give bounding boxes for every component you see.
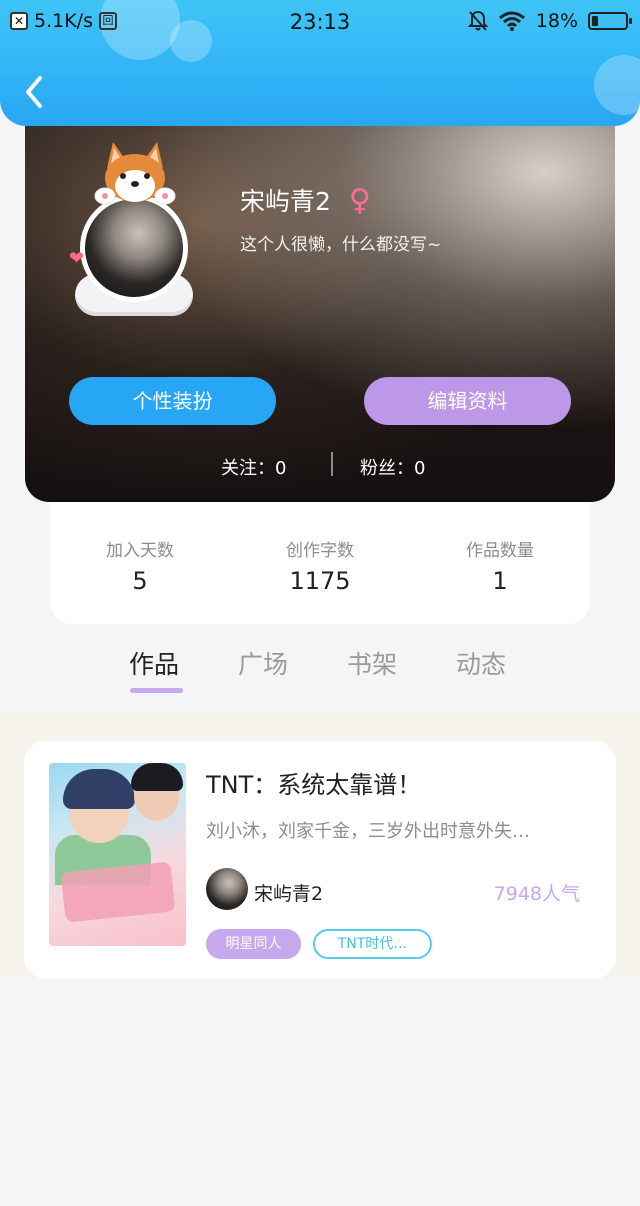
- decor-bubble: [594, 55, 640, 115]
- heart-icon: ❤: [69, 248, 85, 269]
- stat-label: 加入天数: [106, 541, 174, 561]
- book-card[interactable]: TNT：系统太靠谱！ 刘小沐，刘家千金，三岁外出时意外失… 宋屿青2 7948人…: [24, 741, 616, 979]
- divider: [331, 452, 333, 476]
- edit-profile-button[interactable]: 编辑资料: [364, 377, 571, 425]
- user-bio: 这个人很懒，什么都没写~: [240, 235, 442, 255]
- author-name[interactable]: 宋屿青2: [254, 879, 323, 906]
- book-description: 刘小沐，刘家千金，三岁外出时意外失…: [206, 821, 530, 842]
- followers-count[interactable]: 粉丝：0: [360, 454, 425, 480]
- tab-works[interactable]: 作品: [129, 645, 179, 681]
- stats-card: 加入天数 5 创作字数 1175 作品数量 1: [50, 500, 590, 624]
- mute-bell-icon: [467, 10, 488, 31]
- avatar-frame: ❤: [69, 138, 205, 318]
- stat-label: 创作字数: [286, 541, 354, 561]
- profile-tabs: 作品 广场 书架 动态: [0, 645, 640, 695]
- tag-celebrity-fanfic[interactable]: 明星同人: [206, 929, 301, 959]
- battery-icon: [588, 12, 632, 30]
- tab-activity[interactable]: 动态: [456, 645, 506, 681]
- battery-percent: 18%: [535, 10, 578, 32]
- stat-label: 作品数量: [466, 541, 534, 561]
- user-name: 宋屿青2: [240, 187, 331, 216]
- status-bar: ✕ 5.1K/s 回 23:13 18%: [0, 0, 640, 44]
- active-tab-indicator: [130, 688, 183, 693]
- stat-value: 5: [132, 567, 148, 595]
- stat-value: 1: [492, 567, 508, 595]
- tag-tnt[interactable]: TNT时代…: [313, 929, 432, 959]
- status-right: 18%: [467, 10, 632, 32]
- top-header: ✕ 5.1K/s 回 23:13 18%: [0, 0, 640, 126]
- stat-word-count: 创作字数 1175: [230, 536, 410, 595]
- corgi-icon: [94, 142, 176, 205]
- user-name-row: 宋屿青2 ♀: [240, 182, 371, 218]
- tab-square[interactable]: 广场: [238, 645, 288, 681]
- stat-value: 1175: [289, 567, 351, 595]
- popularity-count: 7948人气: [493, 883, 580, 905]
- author-avatar[interactable]: [206, 868, 248, 910]
- tab-bookshelf[interactable]: 书架: [347, 645, 397, 681]
- book-cover[interactable]: [49, 763, 186, 946]
- stat-works-count: 作品数量 1: [410, 536, 590, 595]
- back-arrow-icon[interactable]: [18, 72, 52, 112]
- wifi-icon: [498, 11, 525, 31]
- stat-join-days: 加入天数 5: [50, 536, 230, 595]
- book-title[interactable]: TNT：系统太靠谱！: [206, 765, 421, 800]
- avatar[interactable]: [85, 199, 183, 297]
- female-gender-icon: ♀: [348, 182, 371, 218]
- profile-card: ❤ 宋屿青2 ♀ 这个人很懒，什么都没写~ 个性装扮 编辑资料 关注：0 粉丝：…: [25, 100, 615, 502]
- following-count[interactable]: 关注：0: [221, 454, 286, 480]
- personalize-button[interactable]: 个性装扮: [69, 377, 276, 425]
